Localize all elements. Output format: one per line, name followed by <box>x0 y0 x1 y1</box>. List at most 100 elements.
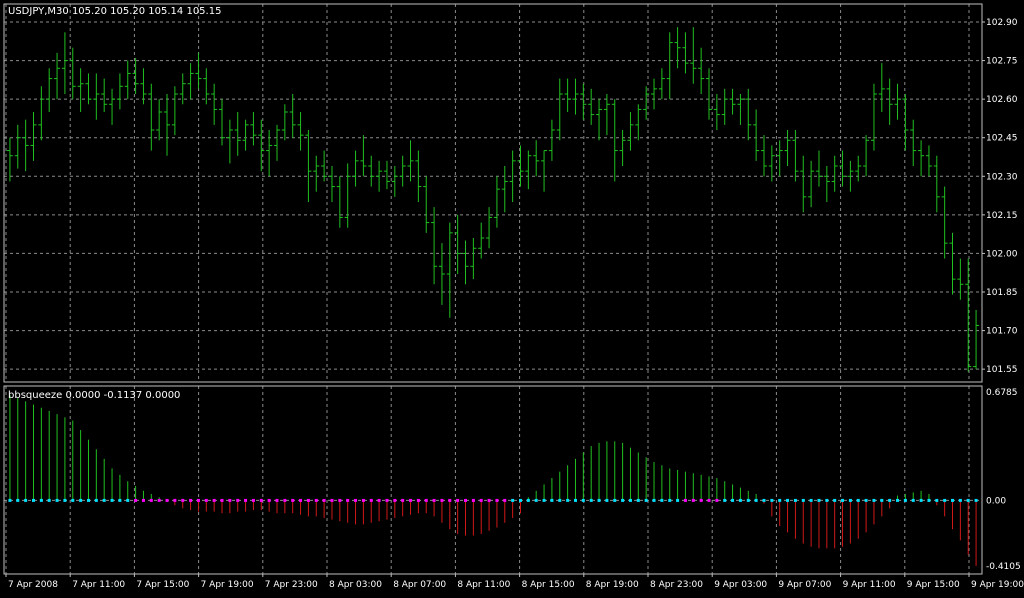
chart-canvas: 102.90 102.75 102.60 102.45 102.30 102.15 102.… <box>0 0 1024 594</box>
x-tick-label: 8 Apr 15:00 <box>522 580 575 590</box>
squeeze-dot <box>746 498 750 502</box>
x-tick-label: 7 Apr 19:00 <box>201 580 254 590</box>
indicator-y-label: 0.6785 <box>986 388 1018 398</box>
squeeze-dot <box>683 498 687 502</box>
squeeze-dot <box>652 498 656 502</box>
y-tick-label: 101.55 <box>986 365 1018 375</box>
squeeze-dot <box>126 498 130 502</box>
squeeze-dot <box>228 498 232 502</box>
squeeze-dot <box>738 498 742 502</box>
squeeze-dot <box>628 498 632 502</box>
squeeze-dot <box>8 498 12 502</box>
squeeze-dot <box>511 498 515 502</box>
x-tick-label: 7 Apr 11:00 <box>72 580 125 590</box>
squeeze-dot <box>16 498 20 502</box>
squeeze-dot <box>338 498 342 502</box>
squeeze-dot <box>542 498 546 502</box>
y-tick-label: 102.30 <box>986 172 1018 182</box>
squeeze-dot <box>573 498 577 502</box>
squeeze-dot <box>196 498 200 502</box>
squeeze-dot <box>291 498 295 502</box>
squeeze-dot <box>691 498 695 502</box>
squeeze-dot <box>55 498 59 502</box>
squeeze-dot <box>856 498 860 502</box>
squeeze-dot <box>346 498 350 502</box>
squeeze-dot <box>283 498 287 502</box>
squeeze-dot <box>723 498 727 502</box>
squeeze-dot <box>731 498 735 502</box>
squeeze-dot <box>793 498 797 502</box>
squeeze-dot <box>212 498 216 502</box>
squeeze-dot <box>715 498 719 502</box>
squeeze-dot <box>848 498 852 502</box>
squeeze-dot <box>110 498 114 502</box>
squeeze-dot <box>79 498 83 502</box>
squeeze-dot <box>495 498 499 502</box>
trading-chart: 102.90 102.75 102.60 102.45 102.30 102.15 102.… <box>0 0 1024 594</box>
main-chart-title: USDJPY,M30 105.20 105.20 105.14 105.15 <box>8 6 221 17</box>
squeeze-dot <box>267 498 271 502</box>
squeeze-dot <box>534 498 538 502</box>
indicator-title: bbsqueeze 0.0000 -0.1137 0.0000 <box>8 390 180 401</box>
squeeze-dot <box>440 498 444 502</box>
squeeze-dot <box>322 498 326 502</box>
y-tick-label: 102.15 <box>986 211 1018 221</box>
squeeze-dot <box>589 498 593 502</box>
squeeze-dot <box>786 498 790 502</box>
squeeze-dot <box>974 498 978 502</box>
squeeze-dot <box>676 498 680 502</box>
squeeze-dot <box>39 498 43 502</box>
squeeze-dot <box>204 498 208 502</box>
squeeze-dot <box>401 498 405 502</box>
squeeze-dot <box>314 498 318 502</box>
squeeze-dot <box>503 498 507 502</box>
squeeze-dot <box>299 498 303 502</box>
squeeze-dot <box>432 498 436 502</box>
squeeze-dot <box>825 498 829 502</box>
squeeze-dot <box>94 498 98 502</box>
squeeze-dot <box>275 498 279 502</box>
squeeze-dot <box>958 498 962 502</box>
indicator-y-label: 0.00 <box>986 496 1006 506</box>
squeeze-dot <box>754 498 758 502</box>
y-tick-label: 102.60 <box>986 95 1018 105</box>
squeeze-dot <box>306 498 310 502</box>
squeeze-dot <box>566 498 570 502</box>
squeeze-dot <box>951 498 955 502</box>
squeeze-dot <box>927 498 931 502</box>
squeeze-dot <box>377 498 381 502</box>
squeeze-dot <box>888 498 892 502</box>
squeeze-dot <box>393 498 397 502</box>
squeeze-dot <box>778 498 782 502</box>
squeeze-dot <box>173 498 177 502</box>
squeeze-dot <box>165 498 169 502</box>
squeeze-dot <box>134 498 138 502</box>
squeeze-dot <box>118 498 122 502</box>
x-tick-label: 7 Apr 2008 <box>8 580 58 590</box>
squeeze-dot <box>762 498 766 502</box>
x-tick-label: 8 Apr 03:00 <box>329 580 382 590</box>
squeeze-dot <box>605 498 609 502</box>
squeeze-dot <box>330 498 334 502</box>
squeeze-dot <box>919 498 923 502</box>
x-tick-label: 9 Apr 11:00 <box>843 580 896 590</box>
squeeze-dot <box>526 498 530 502</box>
squeeze-dot <box>518 498 522 502</box>
squeeze-dot <box>385 498 389 502</box>
x-tick-label: 9 Apr 03:00 <box>714 580 767 590</box>
x-tick-label: 7 Apr 15:00 <box>136 580 189 590</box>
squeeze-dot <box>157 498 161 502</box>
indicator-y-label: -0.4105 <box>986 562 1021 572</box>
y-tick-label: 102.45 <box>986 134 1018 144</box>
squeeze-dot <box>361 498 365 502</box>
squeeze-dot <box>872 498 876 502</box>
squeeze-dot <box>644 498 648 502</box>
squeeze-dot <box>880 498 884 502</box>
x-tick-label: 9 Apr 19:00 <box>971 580 1024 590</box>
squeeze-dot <box>966 498 970 502</box>
background <box>0 0 1024 594</box>
squeeze-dot <box>487 498 491 502</box>
y-tick-label: 102.00 <box>986 249 1018 259</box>
squeeze-dot <box>464 498 468 502</box>
squeeze-dot <box>636 498 640 502</box>
